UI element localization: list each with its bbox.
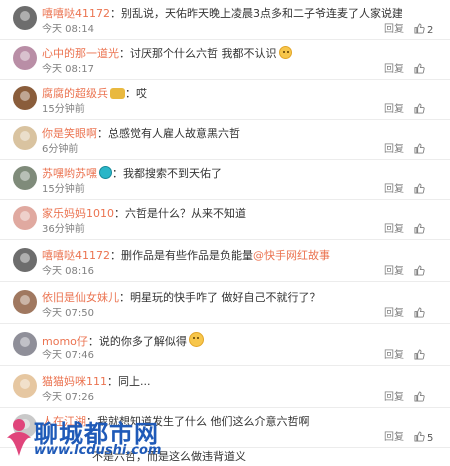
thumbs-up-icon [414, 223, 425, 234]
avatar[interactable] [13, 46, 37, 70]
like-button[interactable] [414, 391, 427, 405]
comment-username[interactable]: 依旧是仙女妹儿 [42, 291, 119, 304]
comment-item: 猫猫妈咪111：同上... 今天 07:26 回复 [0, 368, 450, 408]
mention-link[interactable]: @快手网红故事 [253, 249, 330, 262]
thumbs-up-icon [414, 63, 425, 74]
like-count: 5 [427, 433, 434, 444]
comment-username[interactable]: 嘻嘻哒41172 [42, 7, 110, 20]
comment-username[interactable]: 苏嘿哟苏嘿 [42, 167, 97, 180]
like-button[interactable] [414, 183, 427, 197]
reply-button[interactable]: 回复 [384, 104, 404, 116]
avatar[interactable] [13, 290, 37, 314]
comment-username[interactable]: 心中的那一道光 [42, 47, 119, 60]
crying-emoji-icon [278, 46, 292, 59]
comment-username[interactable]: 嘻嘻哒41172 [42, 249, 110, 262]
reply-button[interactable]: 回复 [384, 432, 404, 444]
comment-username[interactable]: 你是笑眼啊 [42, 127, 97, 140]
thumbs-up-icon [414, 23, 425, 34]
thumbs-up-icon [414, 307, 425, 318]
comment-text: 删作品是有些作品是负能量 [121, 249, 253, 262]
thumbs-up-icon [414, 143, 425, 154]
user-badge-icon [110, 88, 125, 99]
like-button[interactable] [414, 307, 427, 321]
comment-item: momo仔：说的你多了解似得 今天 07:46 回复 [0, 326, 450, 366]
user-badge-icon [99, 166, 112, 179]
comment-text: 我都搜索不到天佑了 [123, 167, 222, 180]
thumbs-up-icon [414, 183, 425, 194]
comment-time: 15分钟前 [42, 184, 85, 195]
thumbs-up-icon [414, 391, 425, 402]
comment-item: 不是六哲，而是这么做违背道义 [0, 446, 450, 466]
comment-time: 6分钟前 [42, 144, 79, 155]
comment-text: 讨厌那个什么六哲 我都不认识 [130, 47, 277, 60]
reply-button[interactable]: 回复 [384, 184, 404, 196]
comment-time: 今天 08:14 [42, 24, 94, 35]
comment-item: 心中的那一道光：讨厌那个什么六哲 我都不认识 今天 08:17 回复 [0, 40, 450, 80]
like-button[interactable]: 2 [414, 23, 433, 37]
comment-item: 嘻嘻哒41172：别乱说，天佑昨天晚上凌晨3点多和二子爷连麦了人家说建议不要带节… [0, 0, 450, 40]
comment-text: 我就想知道发生了什么 他们这么介意六哲啊 [97, 415, 310, 428]
comment-item: 家乐妈妈1010：六哲是什么？从来不知道 36分钟前 回复 [0, 200, 450, 240]
avatar[interactable] [13, 332, 37, 356]
thumbs-up-icon [414, 431, 425, 442]
like-button[interactable] [414, 265, 427, 279]
thumbs-up-icon [414, 103, 425, 114]
comment-time: 今天 07:46 [42, 350, 94, 361]
comment-text: 明星玩的快手咋了 做好自己不就行了？ [130, 291, 321, 304]
comment-time: 今天 08:17 [42, 64, 94, 75]
avatar[interactable] [13, 206, 37, 230]
comment-text: 同上... [118, 375, 151, 388]
avatar[interactable] [13, 126, 37, 150]
comment-username[interactable]: 家乐妈妈1010 [42, 207, 114, 220]
avatar[interactable] [13, 6, 37, 30]
like-button[interactable] [414, 223, 427, 237]
like-count: 2 [427, 25, 434, 36]
thumbs-up-icon [414, 349, 425, 360]
comment-username[interactable]: momo仔 [42, 335, 88, 348]
comment-text: 说的你多了解似得 [98, 335, 187, 348]
comment-username[interactable]: 人在江湖 [42, 415, 86, 428]
thumbs-up-icon [414, 265, 425, 276]
comment-text: 六哲是什么？从来不知道 [125, 207, 246, 220]
like-button[interactable] [414, 349, 427, 363]
comment-time: 36分钟前 [42, 224, 85, 235]
comment-item: 你是笑眼啊：总感觉有人雇人故意黑六哲 6分钟前 回复 [0, 120, 450, 160]
comment-username[interactable]: 猫猫妈咪111 [42, 375, 107, 388]
comment-text: 哎 [136, 87, 147, 100]
reply-button[interactable]: 回复 [384, 266, 404, 278]
reply-button[interactable]: 回复 [384, 64, 404, 76]
comment-item: 苏嘿哟苏嘿 ：我都搜索不到天佑了 15分钟前 回复 [0, 160, 450, 200]
reply-button[interactable]: 回复 [384, 308, 404, 320]
reply-button[interactable]: 回复 [384, 350, 404, 362]
comment-item: 腐腐的超级兵 ：哎 15分钟前 回复 [0, 80, 450, 120]
avatar[interactable] [13, 374, 37, 398]
like-button[interactable]: 5 [414, 431, 433, 445]
like-button[interactable] [414, 143, 427, 157]
comment-time: 今天 07:50 [42, 308, 94, 319]
comment-username[interactable]: 腐腐的超级兵 [42, 87, 108, 100]
comment-item: 依旧是仙女妹儿：明星玩的快手咋了 做好自己不就行了？ 今天 07:50 回复 [0, 284, 450, 324]
like-button[interactable] [414, 63, 427, 77]
avatar[interactable] [13, 86, 37, 110]
comment-text: 别乱说，天佑昨天晚上凌晨3点多和二子爷连麦了人家说建议不要带节奏 [121, 7, 402, 20]
comment-time: 15分钟前 [42, 104, 85, 115]
reply-button[interactable]: 回复 [384, 224, 404, 236]
grin-emoji-icon [188, 332, 204, 347]
comment-item: 人在江湖：我就想知道发生了什么 他们这么介意六哲啊 回复 5 [0, 408, 450, 448]
reply-button[interactable]: 回复 [384, 24, 404, 36]
comment-text: 总感觉有人雇人故意黑六哲 [108, 127, 240, 140]
avatar[interactable] [13, 248, 37, 272]
avatar[interactable] [13, 166, 37, 190]
comment-text: 不是六哲，而是这么做违背道义 [92, 450, 246, 463]
avatar[interactable] [13, 414, 37, 438]
comment-time: 今天 08:16 [42, 266, 94, 277]
reply-button[interactable]: 回复 [384, 144, 404, 156]
like-button[interactable] [414, 103, 427, 117]
comment-time: 今天 07:26 [42, 392, 94, 403]
reply-button[interactable]: 回复 [384, 392, 404, 404]
comment-item: 嘻嘻哒41172：删作品是有些作品是负能量@快手网红故事 今天 08:16 回复 [0, 242, 450, 282]
